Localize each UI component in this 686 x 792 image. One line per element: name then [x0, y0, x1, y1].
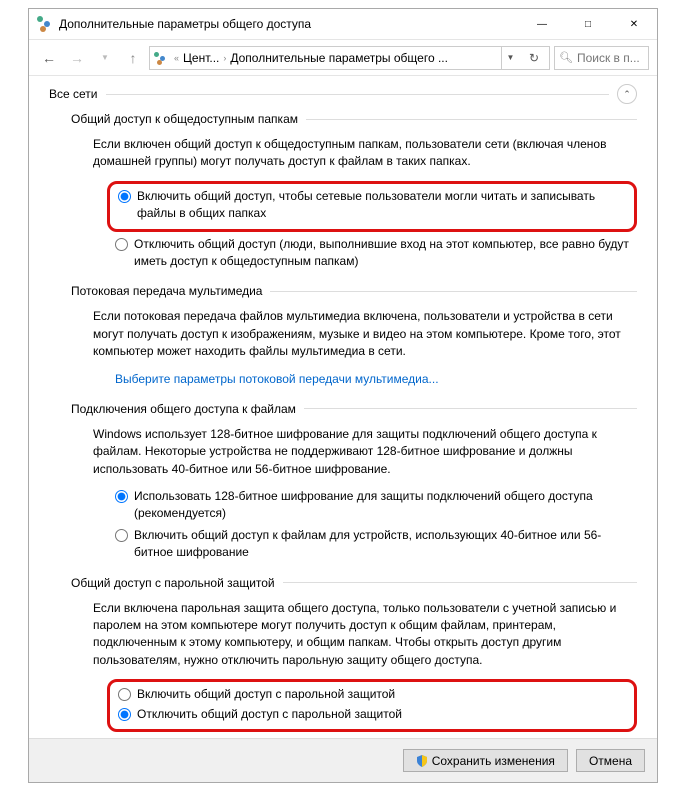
radio-password-enable[interactable]: Включить общий доступ с парольной защито… — [118, 686, 626, 703]
section-file-sharing-encryption: Подключения общего доступа к файлам Wind… — [71, 402, 637, 562]
chevron-icon: « — [174, 53, 179, 63]
history-dropdown[interactable]: ▼ — [93, 46, 117, 70]
section-title-text: Потоковая передача мультимедиа — [71, 284, 262, 298]
refresh-button[interactable]: ↻ — [523, 47, 545, 69]
network-center-icon — [154, 50, 170, 66]
section-description: Если включен общий доступ к общедоступны… — [93, 136, 637, 171]
section-title-text: Общий доступ с парольной защитой — [71, 576, 275, 590]
section-body: Если потоковая передача файлов мультимед… — [93, 308, 637, 388]
radio-label: Использовать 128-битное шифрование для з… — [134, 488, 637, 523]
address-bar[interactable]: « Цент... › Дополнительные параметры общ… — [149, 46, 550, 70]
content-area: Все сети ⌃ Общий доступ к общедоступным … — [29, 76, 657, 738]
minimize-button[interactable]: — — [519, 9, 565, 39]
chevron-right-icon: › — [223, 53, 226, 63]
breadcrumb-1[interactable]: Цент... — [183, 51, 219, 65]
section-title-text: Общий доступ к общедоступным папкам — [71, 112, 298, 126]
radio-label: Включить общий доступ к файлам для устро… — [134, 527, 637, 562]
section-title: Общий доступ к общедоступным папкам — [71, 112, 637, 126]
radio-label: Включить общий доступ с парольной защито… — [137, 686, 395, 703]
titlebar: Дополнительные параметры общего доступа … — [29, 9, 657, 40]
radio-input[interactable] — [118, 688, 131, 701]
highlight-password-options: Включить общий доступ с парольной защито… — [107, 679, 637, 732]
window: Дополнительные параметры общего доступа … — [28, 8, 658, 783]
radio-input[interactable] — [115, 529, 128, 542]
window-title: Дополнительные параметры общего доступа — [59, 17, 519, 31]
section-description: Windows использует 128-битное шифрование… — [93, 426, 637, 478]
divider — [283, 582, 637, 583]
search-box[interactable]: 🔍︎ — [554, 46, 649, 70]
up-button[interactable]: ↑ — [121, 46, 145, 70]
maximize-button[interactable]: □ — [565, 9, 611, 39]
section-password-protected: Общий доступ с парольной защитой Если вк… — [71, 576, 637, 732]
forward-button[interactable]: → — [65, 46, 89, 70]
section-description: Если потоковая передача файлов мультимед… — [93, 308, 637, 360]
profile-name: Все сети — [49, 87, 98, 101]
media-settings-link[interactable]: Выберите параметры потоковой передачи му… — [115, 371, 439, 388]
section-description: Если включена парольная защита общего до… — [93, 600, 637, 670]
divider — [304, 408, 637, 409]
close-button[interactable]: ✕ — [611, 9, 657, 39]
navbar: ← → ▼ ↑ « Цент... › Дополнительные парам… — [29, 40, 657, 76]
footer: Сохранить изменения Отмена — [29, 738, 657, 782]
radio-public-enable[interactable]: Включить общий доступ, чтобы сетевые пол… — [118, 188, 626, 223]
section-body: Если включен общий доступ к общедоступны… — [93, 136, 637, 270]
divider — [306, 119, 637, 120]
divider — [270, 291, 637, 292]
search-input[interactable] — [577, 51, 644, 65]
back-button[interactable]: ← — [37, 46, 61, 70]
radio-group: Отключить общий доступ (люди, выполнивши… — [115, 236, 637, 271]
cancel-button[interactable]: Отмена — [576, 749, 645, 772]
radio-input[interactable] — [115, 490, 128, 503]
radio-label: Отключить общий доступ (люди, выполнивши… — [134, 236, 637, 271]
radio-label: Отключить общий доступ с парольной защит… — [137, 706, 402, 723]
radio-group: Использовать 128-битное шифрование для з… — [115, 488, 637, 562]
radio-public-disable[interactable]: Отключить общий доступ (люди, выполнивши… — [115, 236, 637, 271]
save-button[interactable]: Сохранить изменения — [403, 749, 568, 772]
profile-header[interactable]: Все сети ⌃ — [49, 84, 637, 104]
section-title: Потоковая передача мультимедиа — [71, 284, 637, 298]
address-dropdown[interactable]: ▼ — [501, 47, 519, 69]
button-label: Отмена — [589, 754, 632, 768]
button-label: Сохранить изменения — [432, 754, 555, 768]
section-body: Windows использует 128-битное шифрование… — [93, 426, 637, 562]
collapse-button[interactable]: ⌃ — [617, 84, 637, 104]
window-controls: — □ ✕ — [519, 9, 657, 39]
section-title-text: Подключения общего доступа к файлам — [71, 402, 296, 416]
section-public-folders: Общий доступ к общедоступным папкам Если… — [71, 112, 637, 270]
divider — [106, 94, 610, 95]
radio-input[interactable] — [115, 238, 128, 251]
highlight-public-enable: Включить общий доступ, чтобы сетевые пол… — [107, 181, 637, 232]
section-media-streaming: Потоковая передача мультимедиа Если пото… — [71, 284, 637, 388]
radio-password-disable[interactable]: Отключить общий доступ с парольной защит… — [118, 706, 626, 723]
network-center-icon — [37, 16, 53, 32]
radio-input[interactable] — [118, 190, 131, 203]
radio-input[interactable] — [118, 708, 131, 721]
section-body: Если включена парольная защита общего до… — [93, 600, 637, 732]
section-title: Общий доступ с парольной защитой — [71, 576, 637, 590]
breadcrumb-2[interactable]: Дополнительные параметры общего ... — [230, 51, 448, 65]
shield-icon — [416, 755, 428, 767]
search-icon: 🔍︎ — [559, 51, 573, 64]
radio-encryption-128[interactable]: Использовать 128-битное шифрование для з… — [115, 488, 637, 523]
radio-encryption-40-56[interactable]: Включить общий доступ к файлам для устро… — [115, 527, 637, 562]
radio-label: Включить общий доступ, чтобы сетевые пол… — [137, 188, 626, 223]
section-title: Подключения общего доступа к файлам — [71, 402, 637, 416]
